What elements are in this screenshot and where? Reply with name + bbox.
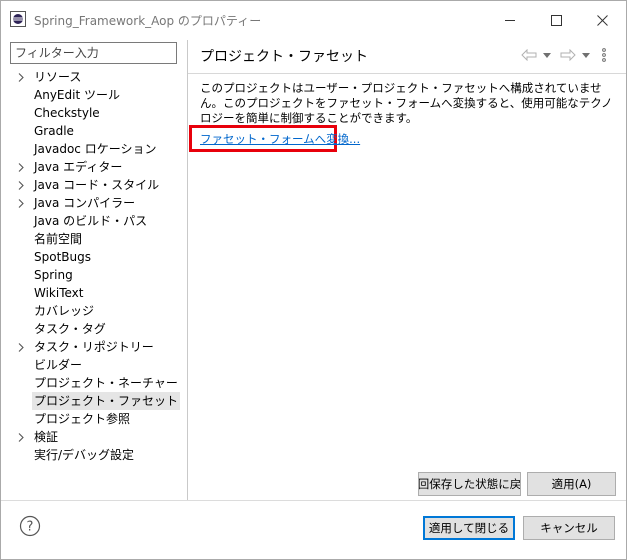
chevron-right-icon[interactable] — [16, 68, 26, 86]
properties-dialog: Spring_Framework_Aop のプロパティー リソース AnyEdit… — [0, 0, 627, 560]
back-arrow-icon[interactable] — [520, 47, 538, 63]
maximize-button[interactable] — [533, 1, 579, 39]
header-divider — [188, 73, 626, 74]
tree-item-label: リソース — [34, 70, 82, 84]
chevron-right-icon[interactable] — [16, 158, 26, 176]
tree-item[interactable]: 実行/デバッグ設定 — [13, 446, 183, 464]
tree-item-label: ビルダー — [34, 358, 83, 372]
tree-item-label: プロジェクト・ファセット — [32, 392, 181, 410]
tree-item-label: Javadoc ロケーション — [34, 142, 157, 156]
tree-item[interactable]: Java コード・スタイル — [13, 176, 183, 194]
page-header: プロジェクト・ファセット — [188, 40, 626, 70]
chevron-right-icon[interactable] — [16, 338, 26, 356]
tree-item[interactable]: Gradle — [13, 122, 183, 140]
tree-item-label: WikiText — [34, 286, 84, 300]
tree-item[interactable]: SpotBugs — [13, 248, 183, 266]
convert-to-faceted-form-link[interactable]: ファセット・フォームへ変換... — [200, 131, 360, 147]
tree-item-label: Java エディター — [34, 160, 123, 174]
apply-button[interactable]: 適用(A) — [527, 472, 616, 496]
svg-text:?: ? — [27, 520, 34, 535]
tree-item-label: 名前空間 — [34, 232, 83, 246]
tree-item-label: プロジェクト・ネーチャー — [34, 376, 178, 390]
property-page-tree: リソース AnyEdit ツール Checkstyle Gradle Javadoc ロ… — [13, 68, 183, 464]
tree-item-label: Gradle — [34, 124, 74, 138]
tree-item[interactable]: AnyEdit ツール — [13, 86, 183, 104]
forward-menu-icon[interactable] — [581, 47, 591, 63]
maximize-icon — [550, 14, 562, 26]
tree-item-label: Java コンパイラー — [34, 196, 136, 210]
tree-item[interactable]: Javadoc ロケーション — [13, 140, 183, 158]
tree-item[interactable]: プロジェクト・ファセット — [13, 392, 183, 410]
chevron-right-icon[interactable] — [16, 176, 26, 194]
tree-item[interactable]: Spring — [13, 266, 183, 284]
page-title: プロジェクト・ファセット — [200, 49, 368, 65]
tree-item[interactable]: ビルダー — [13, 356, 183, 374]
tree-item[interactable]: Java のビルド・パス — [13, 212, 183, 230]
apply-and-close-button[interactable]: 適用して閉じる — [423, 516, 515, 540]
view-menu-icon[interactable] — [599, 47, 609, 63]
tree-item-label: Java コード・スタイル — [34, 178, 160, 192]
tree-item[interactable]: 検証 — [13, 428, 183, 446]
forward-arrow-icon[interactable] — [559, 47, 577, 63]
tree-item[interactable]: Checkstyle — [13, 104, 183, 122]
tree-item-label: タスク・タグ — [34, 322, 106, 336]
back-menu-icon[interactable] — [542, 47, 552, 63]
minimize-icon — [504, 19, 515, 21]
tree-item-label: 検証 — [34, 430, 59, 444]
tree-item[interactable]: Java エディター — [13, 158, 183, 176]
filter-input[interactable] — [10, 42, 177, 64]
window-title: Spring_Framework_Aop のプロパティー — [34, 14, 262, 28]
tree-item-label: タスク・リポジトリー — [34, 340, 154, 354]
tree-item-label: プロジェクト参照 — [34, 412, 131, 426]
chevron-right-icon[interactable] — [16, 194, 26, 212]
tree-item-label: Spring — [34, 268, 73, 282]
tree-item[interactable]: Java コンパイラー — [13, 194, 183, 212]
title-bar: Spring_Framework_Aop のプロパティー — [1, 1, 626, 39]
tree-item[interactable]: リソース — [13, 68, 183, 86]
tree-item-label: 実行/デバッグ設定 — [34, 448, 135, 462]
tree-item[interactable]: タスク・リポジトリー — [13, 338, 183, 356]
tree-item[interactable]: WikiText — [13, 284, 183, 302]
tree-item[interactable]: タスク・タグ — [13, 320, 183, 338]
help-icon[interactable]: ? — [19, 515, 41, 537]
close-icon — [596, 14, 608, 26]
eclipse-icon — [10, 11, 26, 27]
tree-item-label: AnyEdit ツール — [34, 88, 120, 102]
tree-item-label: Java のビルド・パス — [34, 214, 148, 228]
pane-divider[interactable] — [187, 40, 188, 500]
tree-item-label: Checkstyle — [34, 106, 100, 120]
facet-description: このプロジェクトはユーザー・プロジェクト・ファセットへ構成されていません。このプ… — [200, 81, 613, 125]
tree-item[interactable]: プロジェクト・ネーチャー — [13, 374, 183, 392]
tree-item[interactable]: 名前空間 — [13, 230, 183, 248]
close-button[interactable] — [579, 1, 625, 39]
tree-item-label: SpotBugs — [34, 250, 91, 264]
tree-item[interactable]: カバレッジ — [13, 302, 183, 320]
tree-item-label: カバレッジ — [34, 304, 95, 318]
minimize-button[interactable] — [487, 1, 533, 39]
chevron-right-icon[interactable] — [16, 428, 26, 446]
footer-divider — [1, 500, 626, 501]
tree-item[interactable]: プロジェクト参照 — [13, 410, 183, 428]
restore-defaults-button[interactable]: 回保存した状態に戻 — [418, 472, 521, 496]
cancel-button[interactable]: キャンセル — [523, 516, 615, 540]
